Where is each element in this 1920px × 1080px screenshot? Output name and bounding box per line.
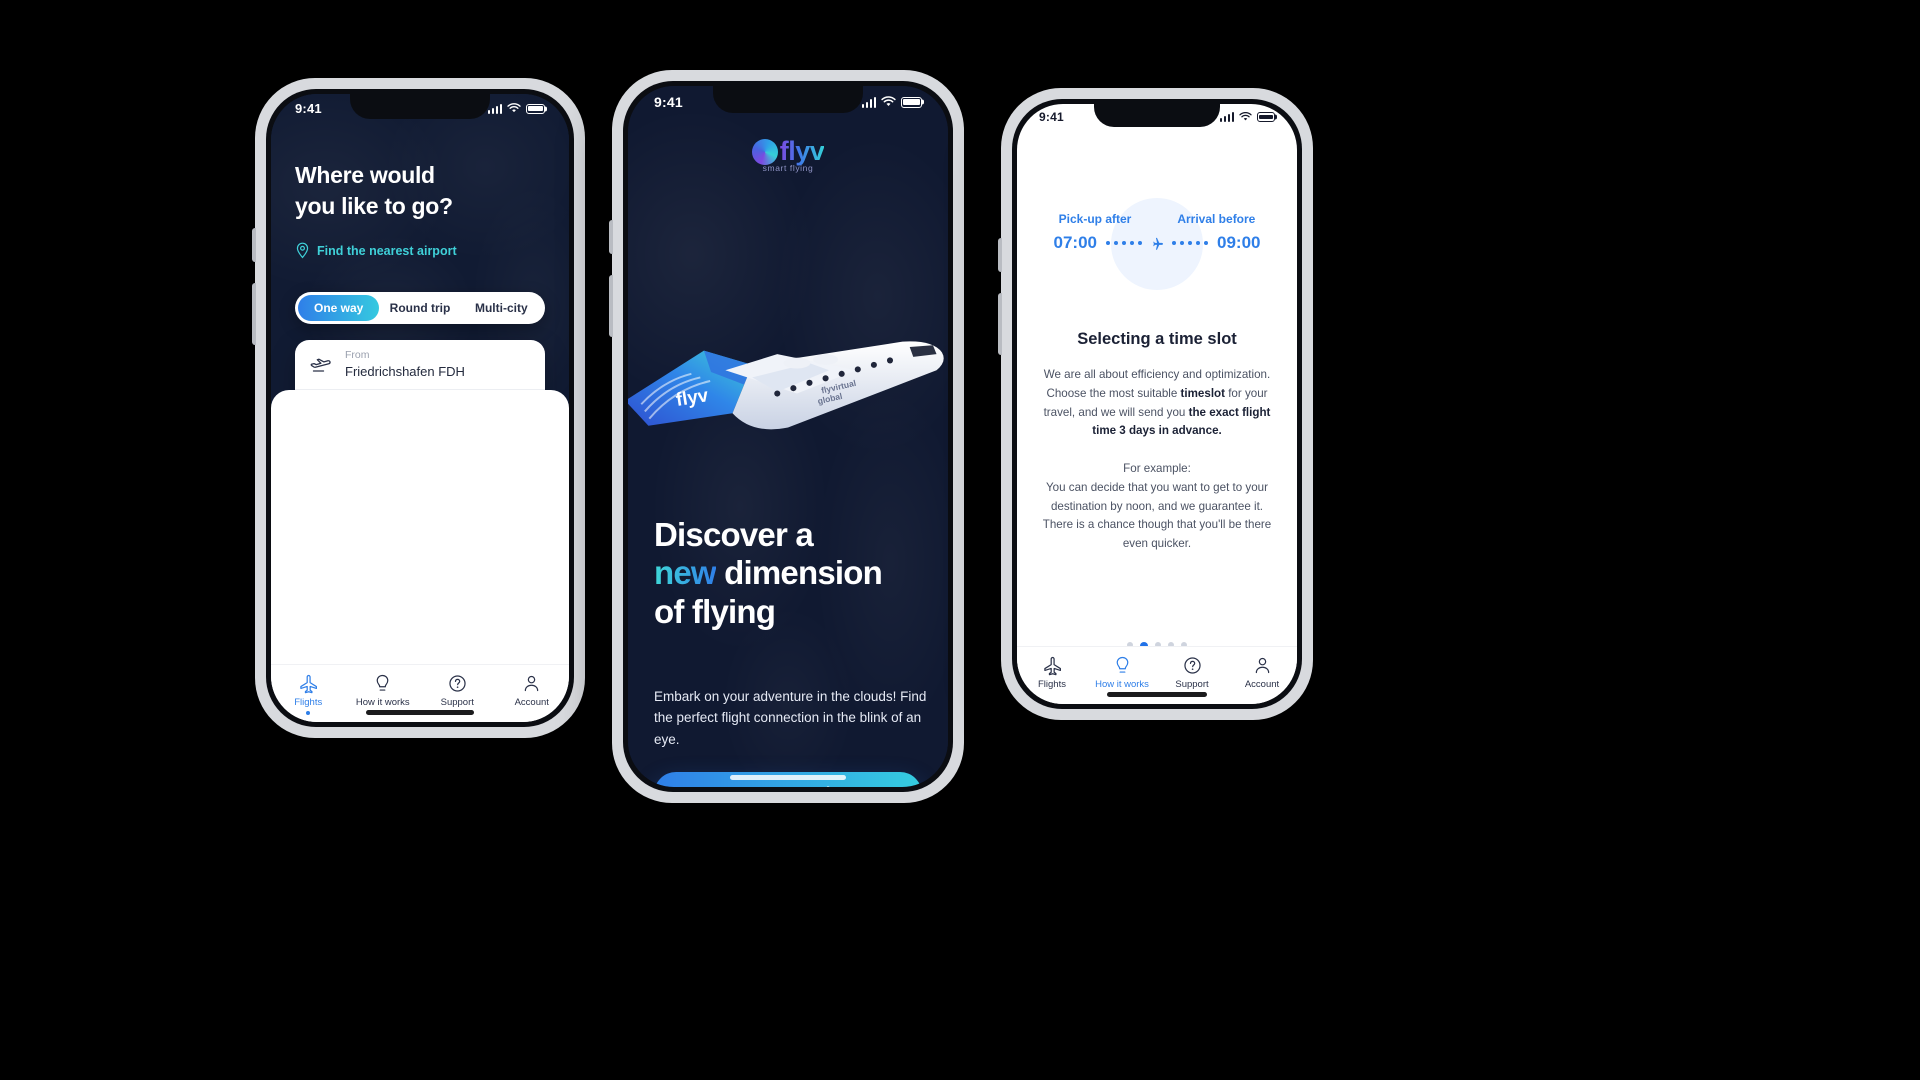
- wifi-icon: [1239, 112, 1252, 121]
- phone2-notch: [713, 86, 863, 113]
- bulb-icon: [376, 674, 389, 691]
- nav-label-support: Support: [440, 697, 474, 708]
- status-icons: [861, 96, 922, 108]
- cellular-signal-icon: [1219, 112, 1234, 122]
- find-nearest-airport-link[interactable]: Find the nearest airport: [295, 242, 457, 259]
- wifi-icon: [507, 103, 521, 113]
- flight-path-graphic: [1106, 236, 1208, 251]
- segment-one-way[interactable]: One way: [298, 295, 380, 321]
- nav-item-support[interactable]: Support: [1157, 655, 1227, 690]
- nav-item-flights[interactable]: Flights: [271, 673, 346, 715]
- slide-body-2-text: For example: You can decide that you wan…: [1042, 462, 1272, 551]
- hero-line-3: of flying: [654, 592, 776, 630]
- status-time: 9:41: [295, 101, 322, 116]
- question-icon: [1183, 657, 1201, 674]
- battery-icon: [526, 103, 545, 114]
- status-time: 9:41: [654, 94, 683, 110]
- phone3-notch: [1094, 104, 1220, 127]
- trip-type-segmented-control[interactable]: One way Round trip Multi-city: [295, 292, 545, 324]
- question-icon: [449, 675, 466, 692]
- arrival-before-label: Arrival before: [1177, 212, 1256, 226]
- slide-body-1-bold-timeslot: timeslot: [1180, 386, 1225, 400]
- screenshot-canvas: 9:41 Where would you like to go? Find th…: [0, 0, 1920, 1080]
- phone3-screen: 9:41 Pick-up after Arrival before 07:00 …: [1017, 104, 1297, 704]
- phone1-screen: 9:41 Where would you like to go? Find th…: [271, 94, 569, 722]
- nav-label-flights: Flights: [294, 697, 323, 708]
- field-from-value: Friedrichshafen FDH: [345, 363, 465, 379]
- cellular-signal-icon: [487, 103, 502, 114]
- nav-item-account[interactable]: Account: [495, 673, 570, 708]
- battery-icon: [1257, 112, 1275, 122]
- person-icon: [525, 675, 539, 692]
- app-logo: flyv smart flying: [628, 136, 948, 173]
- pickup-time: 07:00: [1053, 233, 1097, 252]
- nav-label-account: Account: [514, 697, 549, 708]
- phone2-bezel: 9:41 flyv smart flying flyv flyvirtual g…: [623, 81, 953, 792]
- find-nearest-airport-label: Find the nearest airport: [317, 243, 457, 258]
- hero-subtitle: Embark on your adventure in the clouds! …: [654, 689, 927, 747]
- location-pin-icon: [296, 242, 309, 259]
- slide-title: Selecting a time slot: [1077, 330, 1237, 348]
- hero-line-2-rest: dimension: [715, 554, 883, 592]
- segment-multi-city[interactable]: Multi-city: [461, 295, 542, 321]
- phone1-notch: [350, 94, 490, 119]
- time-slot-widget: Pick-up after Arrival before 07:00 09:00: [1017, 198, 1297, 290]
- app-logo-tagline: smart flying: [762, 163, 814, 173]
- wifi-icon: [881, 96, 896, 106]
- phone3-bezel: 9:41 Pick-up after Arrival before 07:00 …: [1012, 99, 1302, 709]
- airplane-graphic: flyv flyvirtual global: [628, 341, 944, 430]
- field-from-label: From: [345, 348, 370, 361]
- slide-body-1: We are all about efficiency and optimiza…: [1037, 366, 1277, 441]
- nav-item-account[interactable]: Account: [1227, 655, 1297, 690]
- nav-item-how-it-works[interactable]: How it works: [1087, 655, 1157, 697]
- phone2-screen: 9:41 flyv smart flying flyv flyvirtual g…: [628, 86, 948, 787]
- hero-line-2: new dimension: [654, 554, 926, 592]
- plane-icon: [300, 674, 317, 694]
- phone-mockup-onboarding: 9:41 flyv smart flying flyv flyvirtual g…: [609, 70, 964, 803]
- time-slot-labels: Pick-up after Arrival before: [1017, 212, 1297, 226]
- airplane-illustration: flyv flyvirtual global: [628, 296, 948, 466]
- status-icons: [487, 103, 545, 114]
- page-title: Where would you like to go?: [295, 160, 453, 221]
- pickup-after-label: Pick-up after: [1058, 212, 1132, 226]
- cellular-signal-icon: [861, 96, 876, 108]
- segment-round-trip[interactable]: Round trip: [379, 295, 460, 321]
- nav-active-dot: [306, 711, 311, 715]
- home-indicator: [1107, 692, 1207, 697]
- phone-mockup-search: 9:41 Where would you like to go? Find th…: [252, 78, 585, 738]
- plane-icon: [1043, 656, 1061, 676]
- hero-heading: Discover a new dimension of flying: [654, 516, 926, 631]
- page-title-line1: Where would: [295, 162, 435, 188]
- time-slot-times: 07:00 09:00: [1017, 233, 1297, 253]
- page-title-line2: you like to go?: [295, 192, 453, 219]
- hero-line-1: Discover a: [654, 516, 814, 553]
- nav-item-flights[interactable]: Flights: [1017, 655, 1087, 690]
- takeoff-icon: [310, 358, 331, 372]
- battery-icon: [901, 96, 922, 108]
- logo-mark-icon: [751, 138, 778, 165]
- phone-mockup-how-it-works: 9:41 Pick-up after Arrival before 07:00 …: [998, 88, 1313, 720]
- nav-label-how-it-works: How it works: [1095, 679, 1149, 690]
- status-time: 9:41: [1039, 110, 1064, 124]
- nav-label-support: Support: [1175, 679, 1209, 690]
- bulb-icon: [1116, 656, 1128, 673]
- field-from[interactable]: From Friedrichshafen FDH: [295, 340, 545, 390]
- home-indicator: [730, 775, 846, 780]
- phone1-bezel: 9:41 Where would you like to go? Find th…: [266, 89, 574, 727]
- hero-highlight: new: [654, 554, 717, 592]
- nav-item-how-it-works[interactable]: How it works: [346, 673, 421, 708]
- arrival-time: 09:00: [1217, 233, 1261, 252]
- nav-label-flights: Flights: [1038, 679, 1066, 690]
- home-indicator: [366, 710, 474, 715]
- nav-item-support[interactable]: Support: [420, 673, 495, 708]
- status-icons: [1219, 112, 1275, 122]
- slide-body-2: For example: You can decide that you wan…: [1037, 460, 1277, 554]
- nav-label-account: Account: [1244, 679, 1280, 690]
- plane-icon: [1153, 237, 1163, 250]
- nav-label-how-it-works: How it works: [355, 697, 410, 708]
- person-icon: [1255, 657, 1269, 674]
